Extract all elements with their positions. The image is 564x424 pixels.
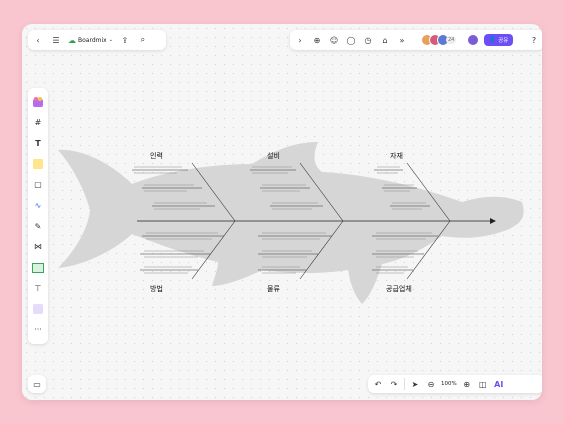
zoom-level[interactable]: 100% <box>441 381 457 387</box>
select-icon[interactable]: ➤ <box>409 378 421 390</box>
book-icon[interactable]: ◫ <box>477 378 489 390</box>
person-icon: 👤 <box>489 37 497 43</box>
chevron-right-icon[interactable]: › <box>294 34 306 46</box>
sticky-note-icon[interactable] <box>32 158 44 170</box>
whiteboard-window: 인력 설비 자재 방법 물류 공급업체 ‹ ☰ ☁ Boardmix ⌄ ⇪ ⌕… <box>22 24 542 400</box>
collaborators[interactable]: 24 <box>421 34 457 46</box>
cloud-icon: ☁ <box>68 35 76 45</box>
share-label: 공유 <box>498 38 509 44</box>
zoom-out-icon[interactable]: ⊖ <box>425 378 437 390</box>
user-avatar[interactable] <box>467 34 480 46</box>
search-icon[interactable]: ⌕ <box>137 34 149 46</box>
share-button[interactable]: 👤 공유 <box>484 34 514 46</box>
top-right-toolbar: › ⊕ ☺ ◯ ◷ ⌂ » 24 👤 공유 ? <box>290 30 542 50</box>
divider <box>404 378 405 390</box>
shark-silhouette <box>58 142 524 304</box>
chevron-down-icon: ⌄ <box>108 37 113 43</box>
pen-icon[interactable]: ∿ <box>32 200 44 212</box>
more-icon[interactable]: » <box>396 34 408 46</box>
more-icon[interactable]: ··· <box>32 324 44 336</box>
brush-icon[interactable]: ✎ <box>32 220 44 232</box>
frame-icon[interactable]: # <box>32 117 44 129</box>
top-left-toolbar: ‹ ☰ ☁ Boardmix ⌄ ⇪ ⌕ <box>28 30 166 50</box>
document-title: Boardmix <box>78 36 107 44</box>
category-top-2: 설비 <box>267 151 280 160</box>
shapes-icon[interactable] <box>32 96 44 108</box>
category-top-3: 자재 <box>390 151 403 160</box>
shape-icon[interactable]: ▢ <box>32 179 44 191</box>
left-toolbar: # T ▢ ∿ ✎ ⋈ ⊤ ··· <box>28 88 48 344</box>
zoom-in-icon[interactable]: ⊕ <box>461 378 473 390</box>
bottom-right-toolbar: ↶ ↷ ➤ ⊖ 100% ⊕ ◫ AI <box>368 375 542 393</box>
minimap-icon: ▭ <box>33 379 41 389</box>
text-icon[interactable]: T <box>32 138 44 150</box>
menu-icon[interactable]: ☰ <box>50 34 62 46</box>
category-top-1: 인력 <box>150 151 163 160</box>
category-bottom-2: 물류 <box>267 285 280 293</box>
comment-icon[interactable]: ◯ <box>345 34 357 46</box>
timer-icon[interactable]: ◷ <box>362 34 374 46</box>
mindmap-icon[interactable]: ⋈ <box>32 241 44 253</box>
ai-icon[interactable]: AI <box>493 378 505 390</box>
vote-icon[interactable]: ⌂ <box>379 34 391 46</box>
export-icon[interactable]: ⇪ <box>119 34 131 46</box>
redo-icon[interactable]: ↷ <box>388 378 400 390</box>
collaborator-count: 24 <box>446 36 457 44</box>
document-name[interactable]: ☁ Boardmix ⌄ <box>68 36 113 45</box>
help-icon[interactable]: ? <box>528 34 540 46</box>
back-icon[interactable]: ‹ <box>32 34 44 46</box>
table-icon[interactable] <box>32 262 44 274</box>
sticker-icon[interactable]: ☺ <box>328 34 340 46</box>
fishbone-diagram: 인력 설비 자재 방법 물류 공급업체 <box>58 142 524 304</box>
add-icon[interactable]: ⊕ <box>311 34 323 46</box>
page-icon[interactable] <box>32 303 44 315</box>
undo-icon[interactable]: ↶ <box>372 378 384 390</box>
minimap-toggle[interactable]: ▭ <box>28 375 46 393</box>
category-bottom-3: 공급업체 <box>386 285 412 293</box>
category-bottom-1: 방법 <box>150 284 163 293</box>
template-icon[interactable]: ⊤ <box>32 282 44 294</box>
